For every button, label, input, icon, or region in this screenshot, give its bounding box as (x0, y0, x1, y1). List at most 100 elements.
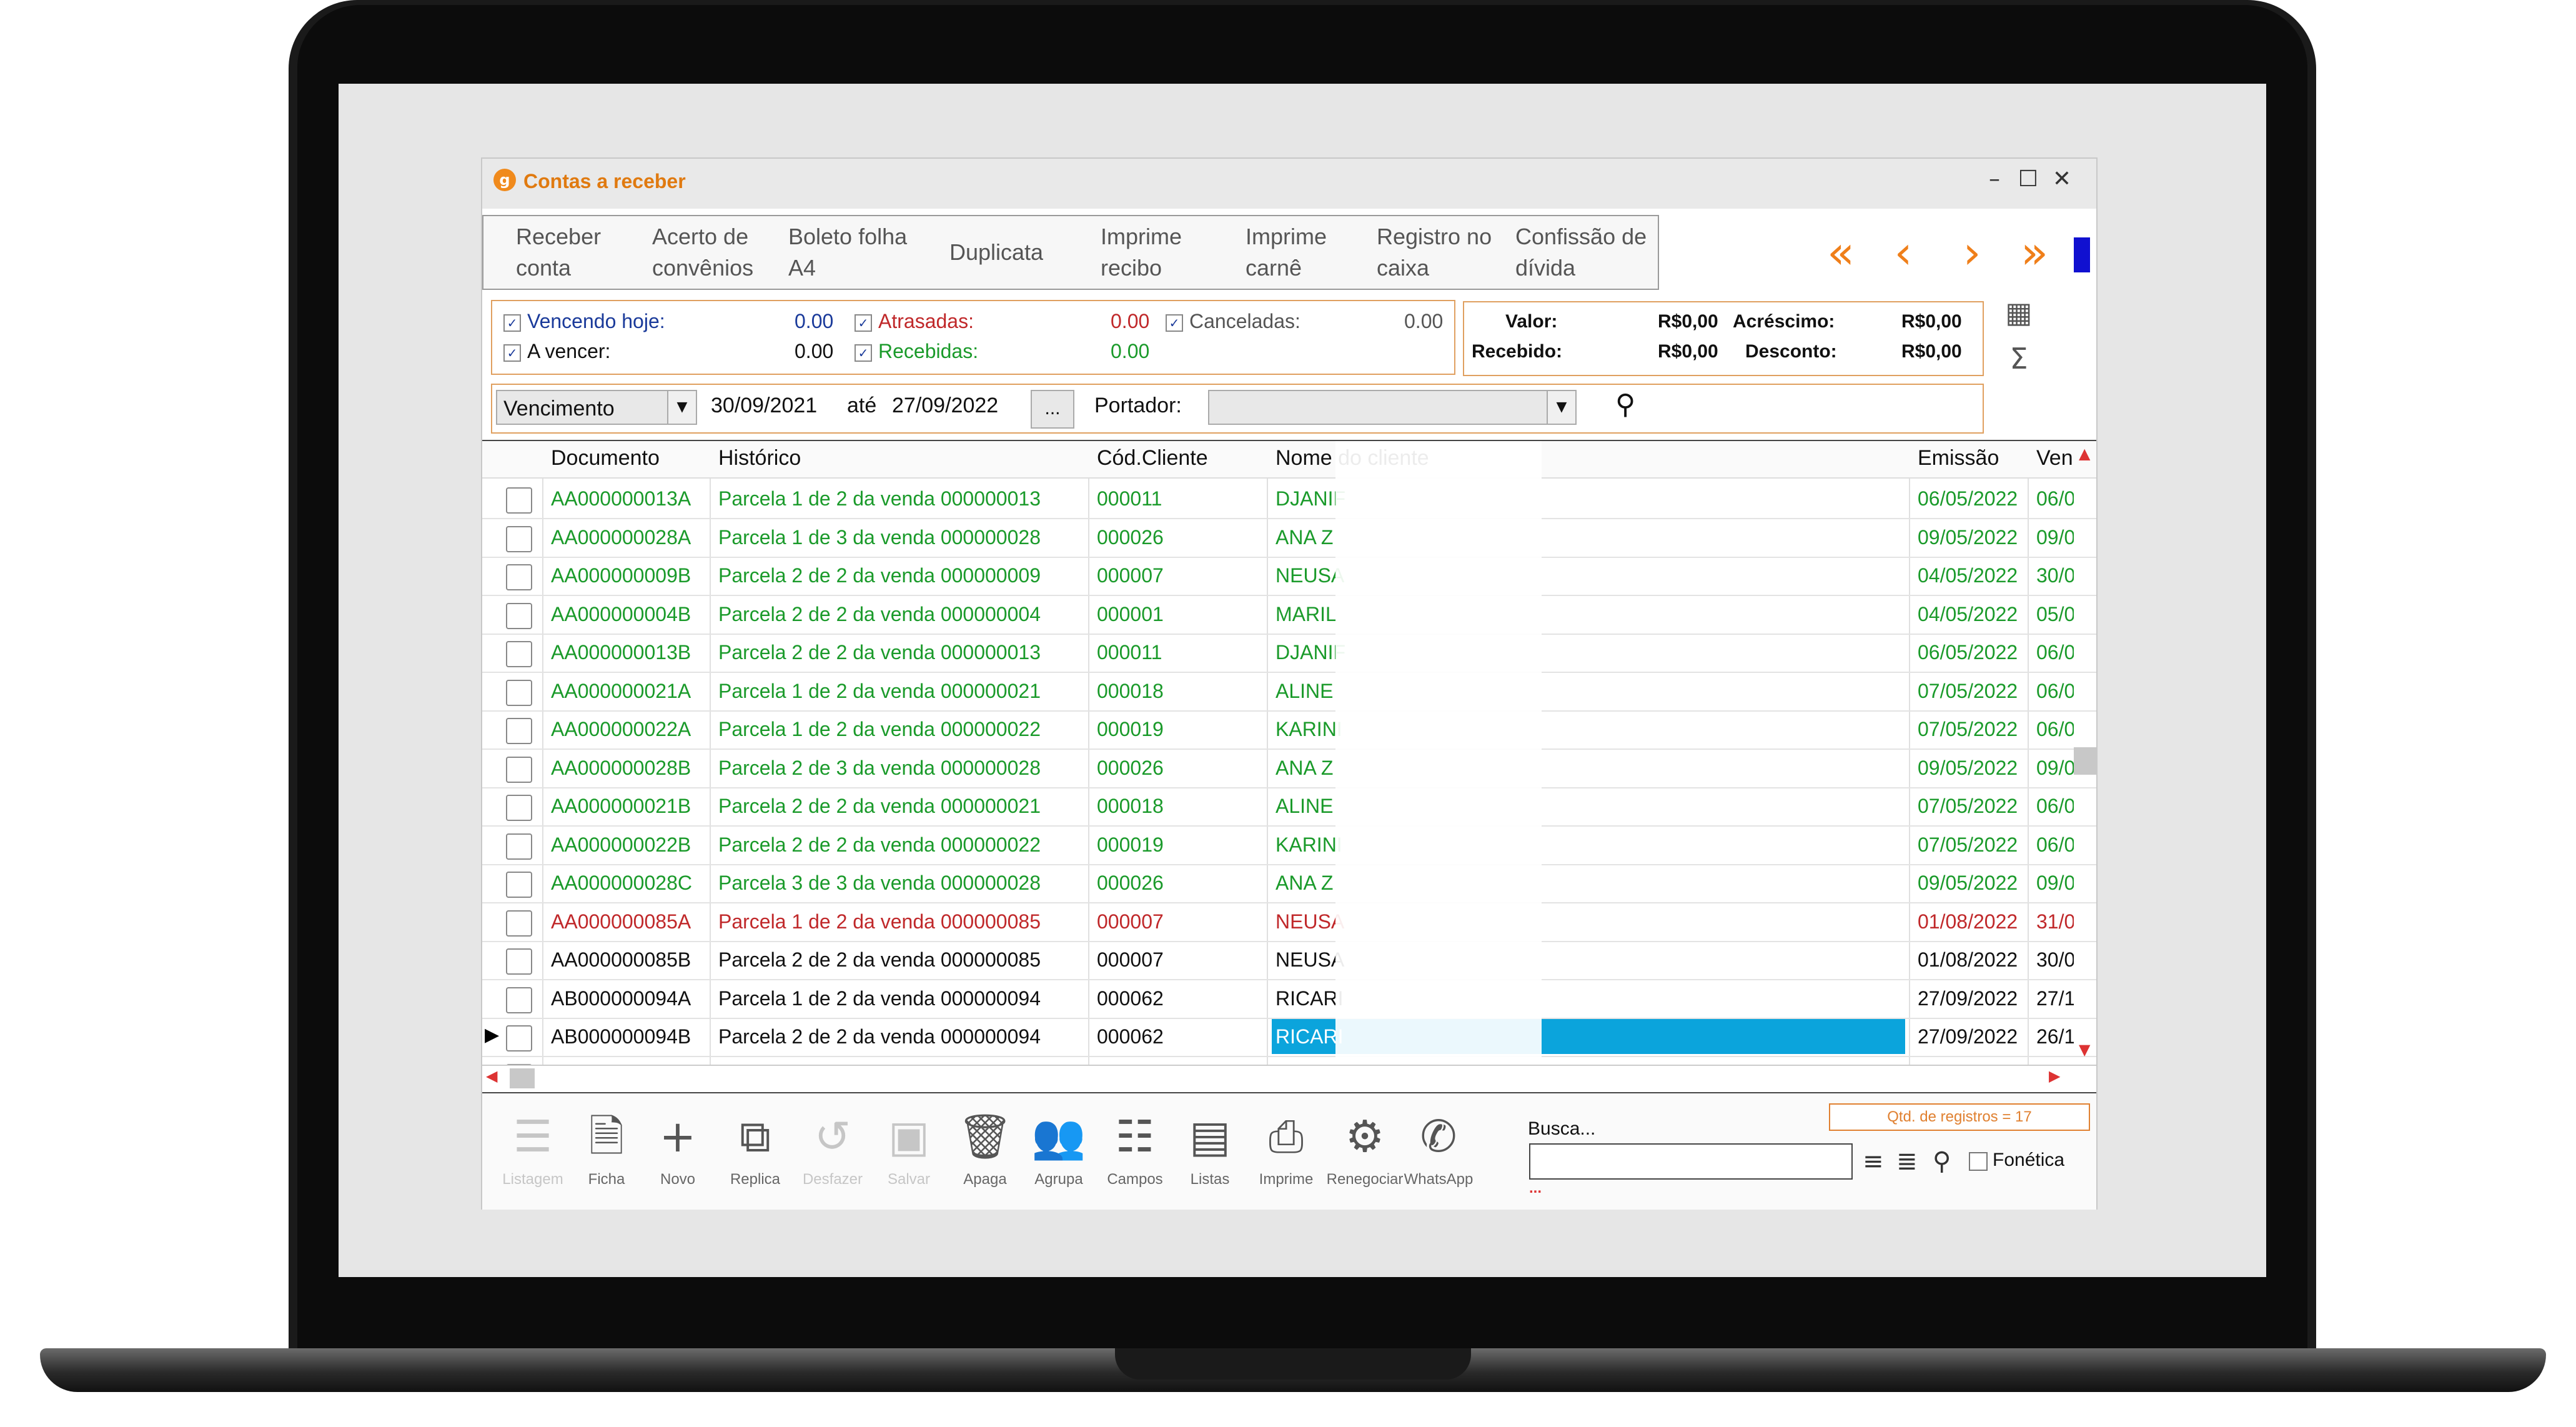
confissao-divida-button[interactable]: Confissão de dívida (1515, 216, 1647, 289)
table-row[interactable]: AA000000085A Parcela 1 de 2 da venda 0000… (482, 903, 2096, 942)
previous-record-icon[interactable]: ‹ (1875, 221, 1931, 284)
listagem-button[interactable]: ☰ Listagem (498, 1102, 567, 1208)
row-checkbox[interactable] (506, 833, 532, 860)
table-row[interactable]: AA000000028B Parcela 2 de 3 da venda 0000… (482, 749, 2096, 788)
row-checkbox[interactable] (506, 910, 532, 937)
filter-canceladas[interactable]: ✓ Canceladas: (1166, 310, 1300, 333)
table-row[interactable]: AA000000013B Parcela 2 de 2 da venda 0000… (482, 634, 2096, 673)
desfazer-button[interactable]: ↺ Desfazer (798, 1102, 867, 1208)
table-row[interactable]: AB000000094B Parcela 2 de 2 da venda 0000… (482, 1018, 2096, 1057)
app-logo-icon: g (493, 169, 516, 191)
align-center-icon[interactable]: ≣ (1896, 1147, 1918, 1176)
row-checkbox[interactable] (506, 795, 532, 821)
registro-caixa-button[interactable]: Registro no caixa (1377, 216, 1492, 289)
checkbox-atrasadas[interactable]: ✓ (855, 314, 872, 332)
table-row[interactable]: AA000000085B Parcela 2 de 2 da venda 0000… (482, 941, 2096, 980)
portador-label: Portador: (1094, 394, 1182, 417)
cell-vencimento: 06/0 (2036, 641, 2074, 664)
table-row[interactable]: AB000000094A Parcela 1 de 2 da venda 0000… (482, 980, 2096, 1019)
row-checkbox[interactable] (506, 564, 532, 590)
vertical-scrollbar[interactable] (2074, 747, 2096, 775)
filter-vencendo-hoje[interactable]: ✓ Vencendo hoje: (503, 310, 665, 333)
agrupa-button[interactable]: 👥 Agrupa (1024, 1102, 1093, 1208)
ficha-button[interactable]: 🗎 Ficha (572, 1102, 641, 1208)
row-checkbox[interactable] (506, 1025, 532, 1052)
date-field-select[interactable]: Vencimento ▼ (496, 390, 697, 425)
header-historico[interactable]: Histórico (718, 446, 801, 470)
table-row[interactable]: AA000000021B Parcela 2 de 2 da venda 0000… (482, 787, 2096, 827)
row-checkbox[interactable] (506, 948, 532, 975)
next-record-icon[interactable]: › (1944, 221, 2000, 284)
checkbox-recebidas[interactable]: ✓ (855, 344, 872, 362)
table-row[interactable]: AA000000028C Parcela 3 de 3 da venda 0000… (482, 864, 2096, 903)
table-row[interactable]: AA000000022A Parcela 1 de 2 da venda 0000… (482, 710, 2096, 750)
sum-icon[interactable]: Σ (2000, 340, 2038, 377)
minimize-button[interactable]: – (1979, 164, 2010, 195)
date-range-button[interactable]: ... (1031, 390, 1074, 429)
row-checkbox[interactable] (506, 987, 532, 1013)
last-record-icon[interactable]: » (2006, 221, 2063, 284)
acerto-convenios-button[interactable]: Acerto de convênios (652, 216, 753, 289)
table-row[interactable]: AA000000022B Parcela 2 de 2 da venda 0000… (482, 826, 2096, 865)
header-vencimento[interactable]: Ven (2036, 446, 2073, 470)
header-emissao[interactable]: Emissão (1918, 446, 1999, 470)
whatsapp-label: WhatsApp (1404, 1171, 1474, 1188)
close-button[interactable]: ✕ (2046, 164, 2078, 195)
receber-conta-button[interactable]: Receber conta (516, 216, 601, 289)
checkbox-canceladas[interactable]: ✓ (1166, 314, 1183, 332)
apaga-button[interactable]: 🗑 Apaga (951, 1102, 1019, 1208)
checkbox-vencendo-hoje[interactable]: ✓ (503, 314, 521, 332)
row-checkbox[interactable] (506, 525, 532, 552)
row-checkbox[interactable] (506, 756, 532, 783)
search-input[interactable] (1529, 1143, 1853, 1180)
scroll-right-icon[interactable]: ▶ (2049, 1067, 2060, 1085)
checkbox-a-vencer[interactable]: ✓ (503, 344, 521, 362)
row-checkbox[interactable] (506, 487, 532, 514)
whatsapp-button[interactable]: ✆ WhatsApp (1404, 1102, 1474, 1208)
table-row[interactable]: AA000000028A Parcela 1 de 3 da venda 0000… (482, 519, 2096, 558)
row-checkbox[interactable] (506, 641, 532, 667)
scroll-up-icon[interactable]: ▲ (2079, 445, 2090, 462)
fonetica-checkbox[interactable] (1969, 1152, 1988, 1171)
portador-select[interactable]: ▼ (1208, 390, 1577, 425)
horizontal-scroll-thumb[interactable] (510, 1068, 535, 1088)
listas-button[interactable]: ▤ Listas (1176, 1102, 1244, 1208)
novo-button[interactable]: + Novo (643, 1102, 712, 1208)
align-left-icon[interactable]: ≡ (1863, 1147, 1884, 1176)
search-options-dots[interactable]: ... (1529, 1180, 1542, 1197)
imprime-carne-button[interactable]: Imprime carnê (1246, 216, 1327, 289)
imprime-recibo-button[interactable]: Imprime recibo (1101, 216, 1182, 289)
filter-icon[interactable]: ⚲ (1933, 1147, 1951, 1176)
filter-recebidas[interactable]: ✓ Recebidas: (855, 340, 978, 363)
salvar-button[interactable]: ▣ Salvar (874, 1102, 943, 1208)
header-cod-cliente[interactable]: Cód.Cliente (1097, 446, 1208, 470)
maximize-button[interactable]: ☐ (2013, 164, 2044, 195)
row-checkbox[interactable] (506, 679, 532, 706)
row-checkbox[interactable] (506, 872, 532, 898)
table-row[interactable]: AA000000004B Parcela 2 de 2 da venda 0000… (482, 595, 2096, 635)
calendar-icon[interactable]: ▦ (2000, 294, 2038, 331)
duplicata-button[interactable]: Duplicata (949, 216, 1043, 289)
renegociar-button[interactable]: ⚙ Renegociar (1327, 1102, 1404, 1208)
date-to[interactable]: 27/09/2022 (892, 394, 998, 418)
imprime-button[interactable]: ⎙ Imprime (1252, 1102, 1320, 1208)
desconto-label: Desconto: (1745, 341, 1837, 362)
row-checkbox[interactable] (506, 718, 532, 744)
horizontal-scrollbar[interactable]: ◀ ▶ (482, 1065, 2096, 1091)
filter-a-vencer[interactable]: ✓ A vencer: (503, 340, 610, 363)
scroll-down-icon[interactable]: ▼ (2079, 1041, 2090, 1058)
filter-icon[interactable]: ⚲ (1615, 389, 1635, 420)
table-row[interactable]: AA000000021A Parcela 1 de 2 da venda 0000… (482, 672, 2096, 712)
first-record-icon[interactable]: « (1813, 221, 1869, 284)
filter-atrasadas[interactable]: ✓ Atrasadas: (855, 310, 974, 333)
header-documento[interactable]: Documento (551, 446, 660, 470)
table-row[interactable]: AA000000009B Parcela 2 de 2 da venda 0000… (482, 557, 2096, 596)
scroll-left-icon[interactable]: ◀ (486, 1067, 497, 1085)
row-checkbox[interactable] (506, 602, 532, 629)
replica-button[interactable]: ⧉ Replica (721, 1102, 790, 1208)
date-from[interactable]: 30/09/2021 (711, 394, 817, 418)
boleto-folha-button[interactable]: Boleto folha A4 (788, 216, 907, 289)
campos-button[interactable]: ☷ Campos (1101, 1102, 1169, 1208)
table-row[interactable]: AA000000013A Parcela 1 de 2 da venda 0000… (482, 480, 2096, 519)
cell-historico: Parcela 2 de 2 da venda 000000004 (718, 602, 1041, 625)
